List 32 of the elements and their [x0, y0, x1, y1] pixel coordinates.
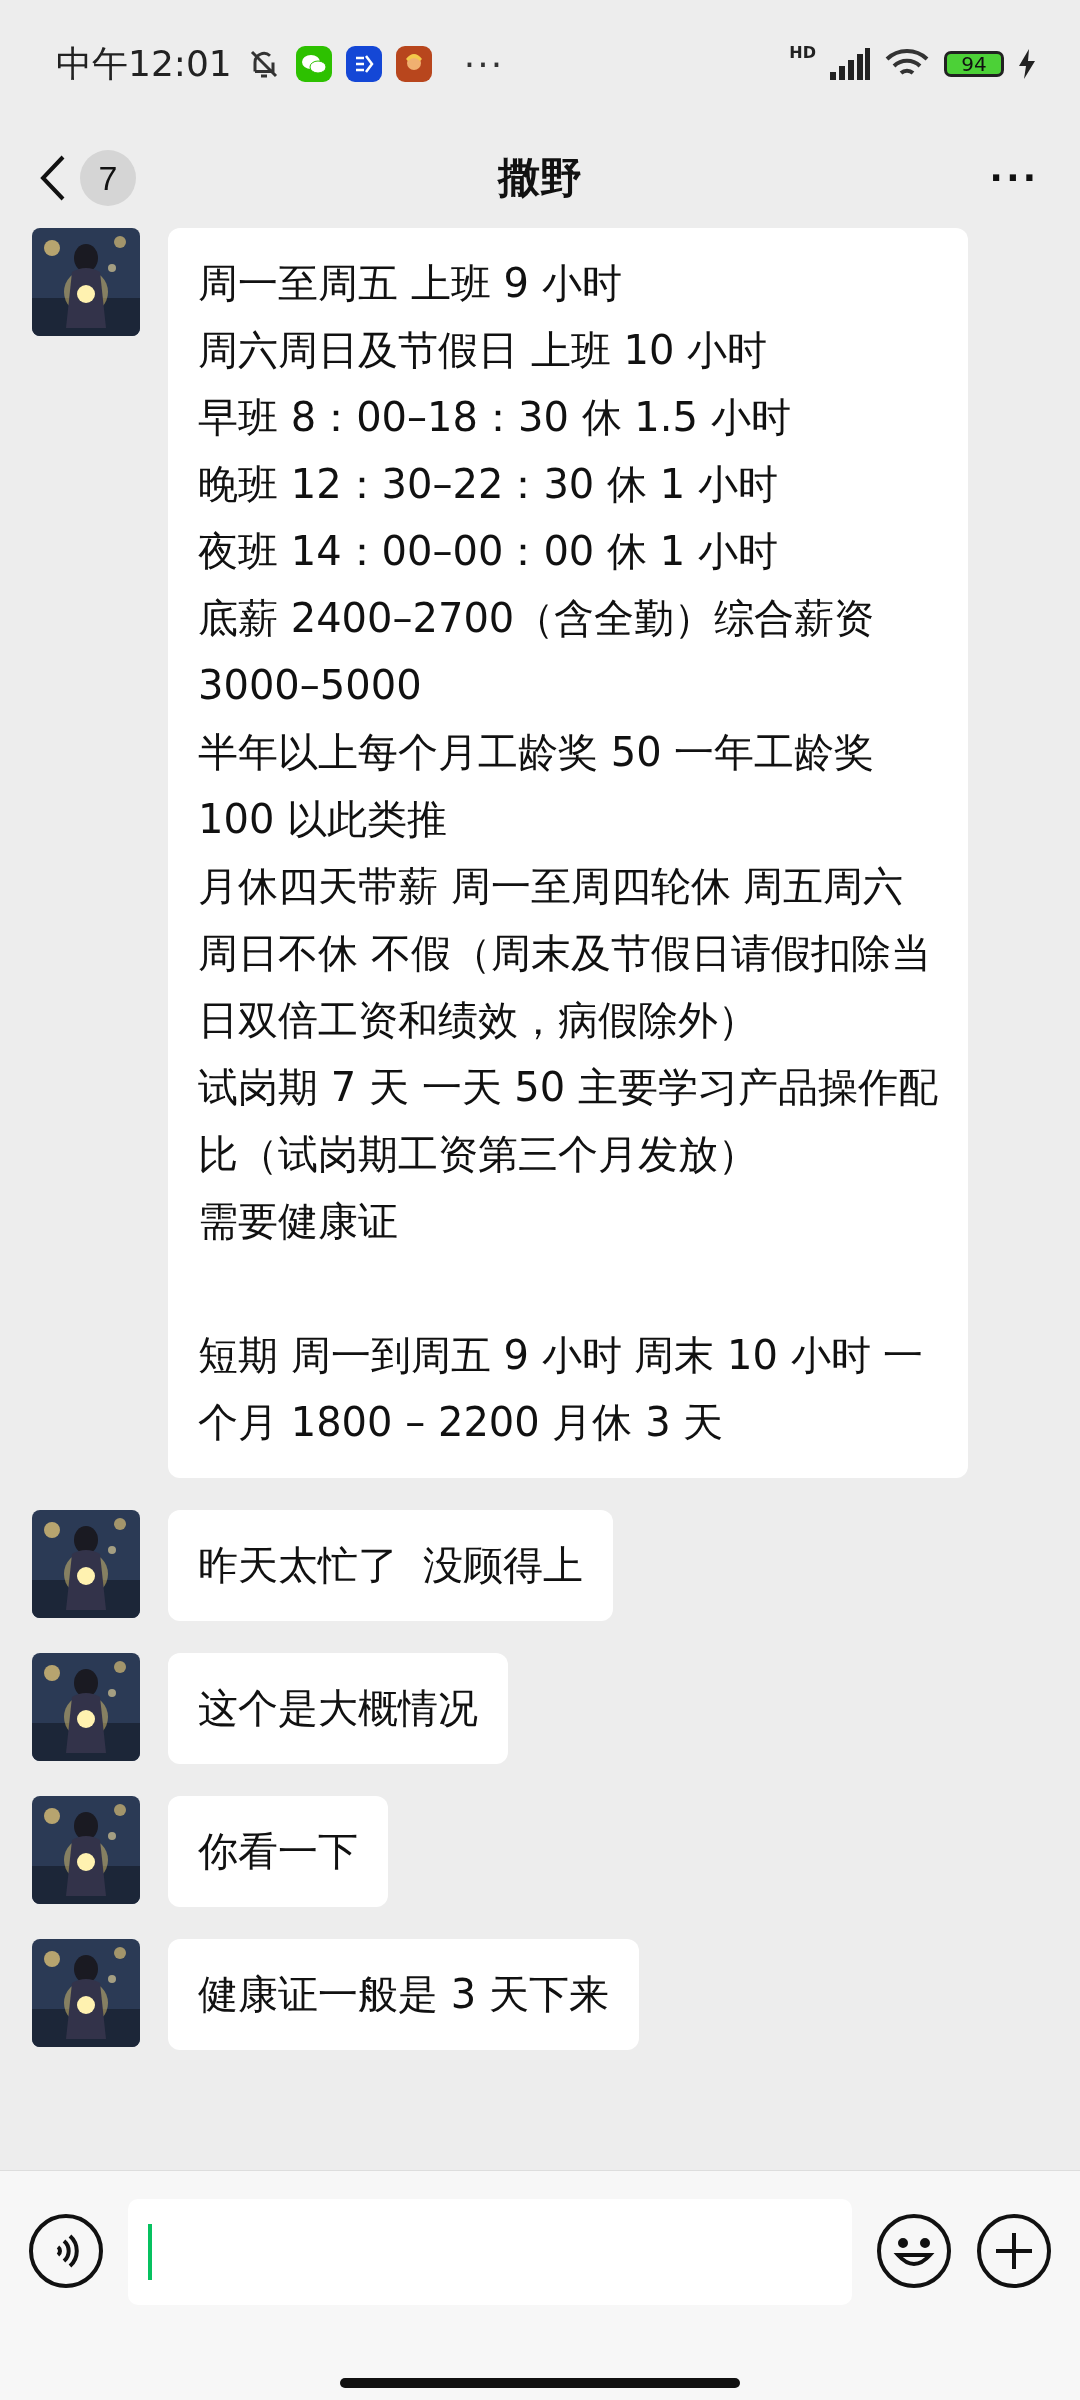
- add-button[interactable]: [976, 2213, 1052, 2289]
- voice-button[interactable]: [28, 2213, 104, 2289]
- message-line: 月休四天带薪 周一至周四轮休 周五周六周日不休 不假（周末及节假日请假扣除当日双倍工资和绩效，病假除外）: [198, 862, 932, 1045]
- message-line: 需要健康证: [198, 1197, 399, 1246]
- message-bubble: 昨天太忙了 没顾得上: [168, 1510, 614, 1621]
- charging-icon: [1018, 49, 1036, 79]
- message-bubble: 健康证一般是 3 天下来: [168, 1939, 639, 2050]
- back-button[interactable]: 7: [40, 150, 136, 206]
- more-button[interactable]: ···: [990, 153, 1040, 203]
- message-line: 半年以上每个月工龄奖 50 一年工龄奖 100 以此类推: [198, 728, 876, 844]
- message-line: 底薪 2400–2700（含全勤）综合薪资 3000–5000: [198, 594, 876, 710]
- message-line: 周六周日及节假日 上班 10 小时: [198, 326, 769, 375]
- message-line: 试岗期 7 天 一天 50 主要学习产品操作配比（试岗期工资第三个月发放）: [198, 1063, 938, 1179]
- network-type: HD: [789, 43, 816, 62]
- job-app-icon: [345, 46, 382, 82]
- message-line: 晚班 12：30–22：30 休 1 小时: [198, 460, 779, 509]
- game-app-icon: [395, 46, 432, 82]
- chat-title: 撒野: [498, 152, 582, 204]
- signal-icon: [830, 48, 870, 80]
- message-line: 短期 周一到周五 9 小时 周末 10 小时 一个月 1800 – 2200 月休 3 天: [198, 1331, 925, 1447]
- message-line: 早班 8：00–18：30 休 1.5 小时: [198, 393, 792, 442]
- message-input-field[interactable]: [128, 2199, 852, 2305]
- more-notifications: ···: [463, 43, 505, 85]
- message-line: 周一至周五 上班 9 小时: [198, 259, 623, 308]
- message-bubble: 这个是大概情况: [168, 1653, 508, 1764]
- battery-indicator: 94: [944, 51, 1004, 77]
- unread-count-badge: 7: [80, 150, 136, 206]
- emoji-button[interactable]: [876, 2213, 952, 2289]
- message-line: 夜班 14：00–00：00 休 1 小时: [198, 527, 779, 576]
- message-bubble: 你看一下: [168, 1796, 388, 1907]
- chat-app-icon: [295, 46, 332, 82]
- status-time: 中午12:01: [56, 41, 232, 86]
